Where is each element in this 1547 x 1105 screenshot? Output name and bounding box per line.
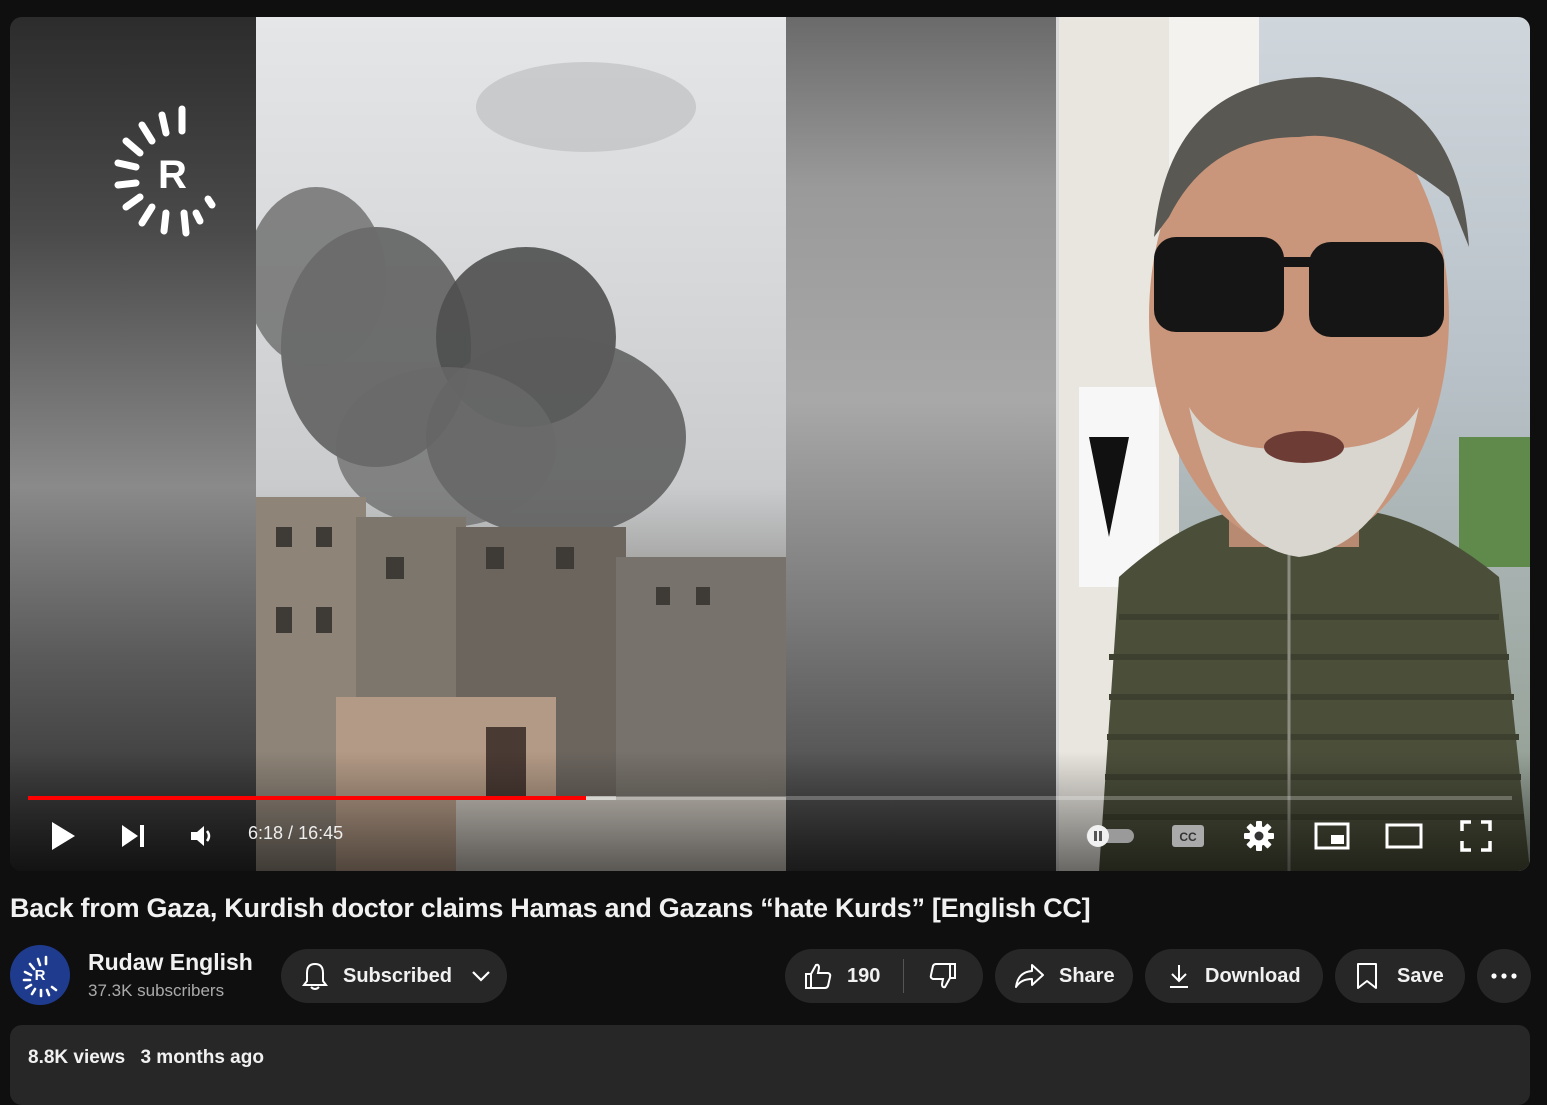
save-label: Save <box>1397 964 1444 987</box>
settings-button[interactable] <box>1241 818 1277 854</box>
blurred-background-middle <box>786 17 1058 871</box>
duration: 16:45 <box>298 823 344 843</box>
play-button[interactable] <box>46 817 80 855</box>
interviewee-feed <box>1059 17 1530 871</box>
dislike-button[interactable] <box>904 949 982 1003</box>
thumbs-down-icon <box>929 963 956 989</box>
channel-name[interactable]: Rudaw English <box>88 949 253 976</box>
download-icon <box>1170 965 1188 988</box>
more-horizontal-icon <box>1491 973 1517 979</box>
time-separator: / <box>283 823 299 843</box>
view-count: 8.8K views <box>28 1047 126 1068</box>
video-title: Back from Gaza, Kurdish doctor claims Ha… <box>10 893 1091 923</box>
chevron-down-icon <box>472 971 490 982</box>
progress-bar[interactable] <box>28 796 1512 800</box>
autoplay-toggle-icon <box>1086 825 1134 847</box>
subscribed-label: Subscribed <box>343 964 452 987</box>
download-label: Download <box>1205 964 1301 987</box>
description-box[interactable]: 8.8K views 3 months ago <box>10 1025 1530 1105</box>
autoplay-toggle[interactable] <box>1082 823 1138 849</box>
description-meta: 8.8K views 3 months ago <box>28 1047 274 1069</box>
share-label: Share <box>1059 964 1115 987</box>
more-actions-button[interactable] <box>1477 949 1531 1003</box>
next-icon <box>122 825 144 847</box>
miniplayer-button[interactable] <box>1312 818 1352 854</box>
bookmark-icon <box>1357 963 1377 989</box>
captions-icon: CC <box>1172 825 1204 847</box>
share-button[interactable]: Share <box>995 949 1133 1003</box>
video-player[interactable]: R 6:18 / 16:45 CC <box>10 17 1530 871</box>
progress-played <box>28 796 586 800</box>
rudaw-logo-watermark: R <box>108 101 220 241</box>
fullscreen-icon <box>1460 820 1492 852</box>
channel-avatar[interactable]: R <box>10 945 70 1005</box>
logo-letter: R <box>158 153 187 197</box>
svg-text:CC: CC <box>1179 830 1197 844</box>
thumbs-up-icon <box>805 963 832 989</box>
captions-button[interactable]: CC <box>1168 820 1208 852</box>
gaza-footage <box>256 17 786 871</box>
next-button[interactable] <box>116 819 150 853</box>
current-time: 6:18 <box>248 823 284 843</box>
bell-icon <box>302 962 328 990</box>
video-frame[interactable]: R <box>10 17 1530 871</box>
share-arrow-icon <box>1015 964 1044 988</box>
time-display: 6:18 / 16:45 <box>248 823 343 844</box>
volume-icon <box>191 826 211 846</box>
save-button[interactable]: Save <box>1335 949 1465 1003</box>
theater-mode-button[interactable] <box>1384 818 1424 854</box>
miniplayer-icon <box>1314 822 1350 850</box>
fullscreen-button[interactable] <box>1456 818 1496 854</box>
subscriber-count: 37.3K subscribers <box>88 981 225 1000</box>
subscribed-button[interactable]: Subscribed <box>281 949 507 1003</box>
download-button[interactable]: Download <box>1145 949 1323 1003</box>
like-count: 190 <box>847 964 881 987</box>
avatar-letter: R <box>34 966 46 984</box>
gear-icon <box>1244 821 1274 851</box>
like-button[interactable]: 190 <box>785 949 903 1003</box>
like-dislike-group: 190 <box>785 949 983 1003</box>
upload-date: 3 months ago <box>140 1047 264 1068</box>
controls-gradient <box>10 751 1530 871</box>
volume-button[interactable] <box>184 819 218 853</box>
theater-mode-icon <box>1385 823 1423 849</box>
play-icon <box>52 822 75 850</box>
